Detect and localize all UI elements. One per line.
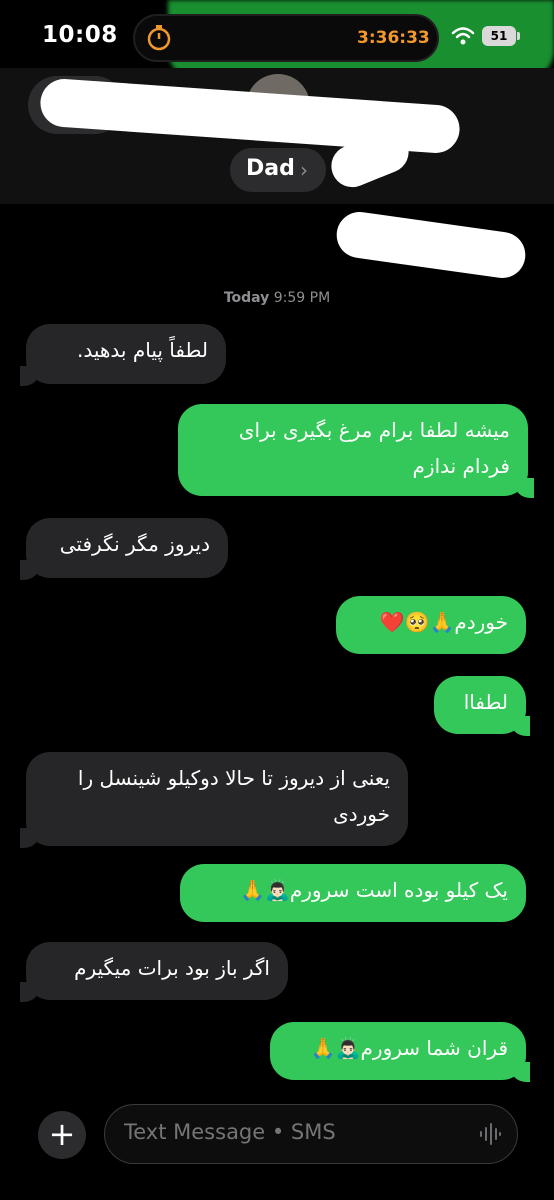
bubble-tail xyxy=(20,366,40,386)
bubble-tail xyxy=(514,478,534,498)
timer-icon xyxy=(147,25,171,51)
message-bubble-incoming[interactable]: یعنی از دیروز تا حالا دوکیلو شینسل را خو… xyxy=(26,752,408,846)
timestamp-time: 9:59 PM xyxy=(273,290,331,306)
bubble-tail xyxy=(510,1062,530,1082)
bubble-tail xyxy=(510,716,530,736)
battery-nub xyxy=(517,32,520,40)
message-text: میشه لطفا برام مرغ بگیری برای فردام نداز… xyxy=(238,418,510,478)
wifi-icon xyxy=(451,27,475,45)
message-text: خوردم🙏🥺❤️ xyxy=(379,610,508,634)
message-text: اگر باز بود برات میگیرم xyxy=(74,956,270,980)
redaction-mark xyxy=(333,209,529,281)
message-bubble-incoming[interactable]: دیروز مگر نگرفتی xyxy=(26,518,228,578)
message-bubble-incoming[interactable]: لطفاً پیام بدهید. xyxy=(26,324,226,384)
message-bubble-outgoing[interactable]: یک کیلو بوده است سرورم🙇🏻‍♂️🙏 xyxy=(180,864,526,922)
message-text: لطفاً پیام بدهید. xyxy=(76,338,208,362)
message-bubble-incoming[interactable]: اگر باز بود برات میگیرم xyxy=(26,942,288,1000)
bubble-tail xyxy=(20,982,40,1002)
message-bubble-outgoing[interactable]: قران شما سرورم🙇🏻‍♂️🙏 xyxy=(270,1022,526,1080)
bubble-tail xyxy=(20,828,40,848)
status-time: 10:08 xyxy=(42,22,118,48)
message-bubble-outgoing[interactable]: خوردم🙏🥺❤️ xyxy=(336,596,526,654)
message-timestamp: Today 9:59 PM xyxy=(0,290,554,306)
battery-indicator: 51 xyxy=(482,26,516,46)
message-text: دیروز مگر نگرفتی xyxy=(59,532,210,556)
message-text: یعنی از دیروز تا حالا دوکیلو شینسل را خو… xyxy=(77,766,390,826)
audio-waveform-icon[interactable] xyxy=(478,1120,502,1148)
message-input[interactable] xyxy=(124,1120,444,1144)
message-text: یک کیلو بوده است سرورم🙇🏻‍♂️🙏 xyxy=(240,878,508,902)
message-text: لطفاا xyxy=(463,690,508,714)
timer-readout: 3:36:33 xyxy=(357,28,430,48)
message-text: قران شما سرورم🙇🏻‍♂️🙏 xyxy=(310,1036,508,1060)
add-attachment-button[interactable]: + xyxy=(38,1111,86,1159)
message-bubble-outgoing[interactable]: میشه لطفا برام مرغ بگیری برای فردام نداز… xyxy=(178,404,528,496)
contact-name: Dad xyxy=(246,156,295,181)
bubble-tail xyxy=(20,560,40,580)
timestamp-day: Today xyxy=(223,290,270,306)
chevron-right-icon: › xyxy=(300,158,308,182)
